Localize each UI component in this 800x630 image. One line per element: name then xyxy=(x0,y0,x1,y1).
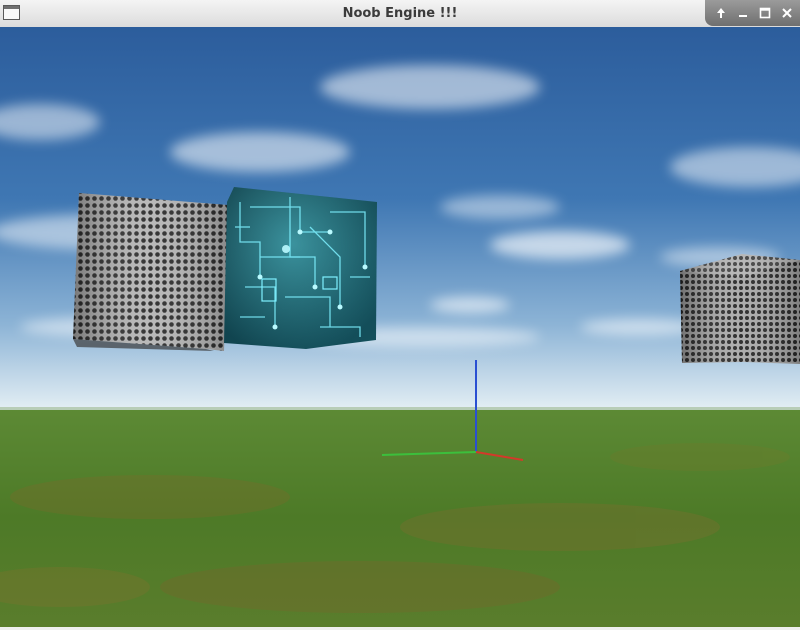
title-bar[interactable]: Noob Engine !!! xyxy=(0,0,800,28)
circuit-cube[interactable] xyxy=(224,187,377,349)
maximize-icon[interactable] xyxy=(756,4,774,22)
minimize-icon[interactable] xyxy=(734,4,752,22)
application-window: Noob Engine !!! xyxy=(0,0,800,630)
metal-cube-left[interactable] xyxy=(73,193,228,351)
keep-above-icon[interactable] xyxy=(712,4,730,22)
metal-cube-right[interactable] xyxy=(680,254,800,364)
render-viewport[interactable] xyxy=(0,27,800,627)
close-icon[interactable] xyxy=(778,4,796,22)
window-controls xyxy=(705,0,800,26)
3d-scene xyxy=(0,27,800,627)
window-title: Noob Engine !!! xyxy=(342,6,458,21)
